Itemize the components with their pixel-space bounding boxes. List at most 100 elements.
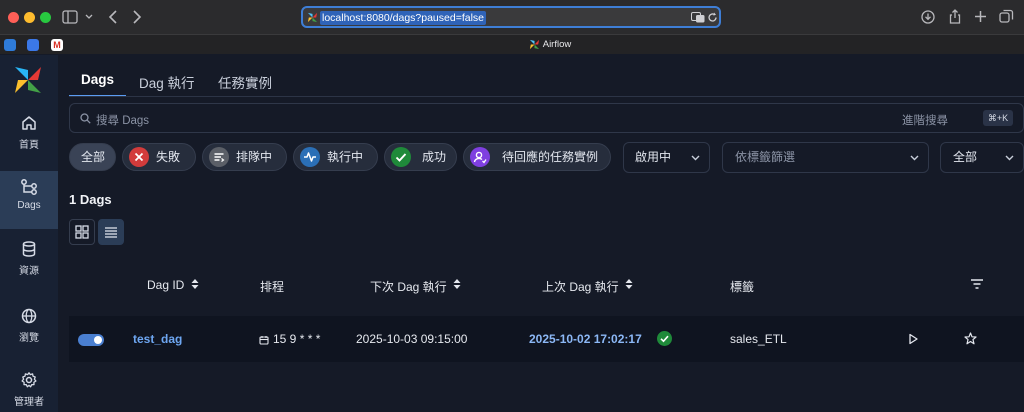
- column-header-tags: 標籤: [730, 280, 755, 294]
- success-icon: [391, 147, 411, 167]
- scope-select-value: 全部: [953, 150, 978, 164]
- filter-success-button[interactable]: 成功: [384, 143, 457, 171]
- app-sidebar: 首頁 Dags 資源 瀏覽 管理者: [0, 55, 58, 412]
- new-tab-icon[interactable]: [974, 10, 987, 23]
- trigger-run-icon[interactable]: [907, 333, 919, 345]
- airflow-favicon-icon: [307, 12, 318, 23]
- forward-icon[interactable]: [132, 10, 142, 24]
- tab-task-instances[interactable]: 任務實例: [218, 72, 272, 92]
- column-header-last-run[interactable]: 上次 Dag 執行: [542, 278, 619, 295]
- filter-pending-review-button[interactable]: 待回應的任務實例: [463, 143, 611, 171]
- grid-icon: [75, 225, 89, 239]
- active-tab-title: Airflow: [542, 39, 572, 50]
- sort-icon[interactable]: [624, 277, 634, 291]
- minimize-window-button[interactable]: [24, 12, 35, 23]
- globe-icon: [21, 308, 37, 324]
- list-icon: [105, 227, 117, 238]
- filter-all-button[interactable]: 全部: [69, 143, 116, 171]
- favorite-star-icon[interactable]: [964, 332, 977, 345]
- chevron-down-icon[interactable]: [85, 14, 93, 20]
- calendar-icon: [259, 336, 269, 345]
- filter-queued-label: 排隊中: [236, 150, 273, 164]
- filter-pending-review-label: 待回應的任務實例: [502, 150, 599, 164]
- sidebar-item-assets[interactable]: 資源: [0, 233, 58, 291]
- filter-running-button[interactable]: 執行中: [293, 143, 378, 171]
- tag-badge[interactable]: sales_ETL: [730, 332, 787, 346]
- dag-enabled-toggle[interactable]: [78, 334, 104, 346]
- queued-icon: [209, 147, 229, 167]
- pending-review-icon: [470, 147, 490, 167]
- main-content: Dags Dag 執行 任務實例 搜尋 Dags 進階搜尋 ⌘+K 全部 失敗 …: [58, 55, 1024, 412]
- filter-running-label: 執行中: [327, 150, 364, 164]
- browser-tabbar: M Airflow: [0, 34, 1024, 54]
- tabs-divider: [69, 96, 1024, 97]
- table-row: test_dag 15 9 * * * 2025-10-03 09:15:00 …: [69, 316, 1024, 362]
- sidebar-toggle-icon[interactable]: [62, 10, 78, 24]
- filter-columns-icon[interactable]: [970, 278, 984, 290]
- status-select[interactable]: 啟用中: [623, 142, 710, 173]
- tab-dag-runs[interactable]: Dag 執行: [139, 72, 195, 92]
- close-window-button[interactable]: [8, 12, 19, 23]
- sidebar-item-admin[interactable]: 管理者: [0, 364, 58, 412]
- address-bar[interactable]: localhost:8080/dags?paused=false: [301, 6, 721, 28]
- sidebar-item-label: 首頁: [19, 140, 39, 151]
- schedule-value: 15 9 * * *: [273, 332, 321, 346]
- sidebar-item-dags[interactable]: Dags: [0, 171, 58, 229]
- scope-select[interactable]: 全部: [940, 142, 1024, 173]
- tag-filter-placeholder: 依標籤篩選: [735, 150, 796, 164]
- tab-overview-icon[interactable]: [999, 9, 1014, 24]
- sidebar-item-label: 管理者: [14, 397, 44, 408]
- chevron-down-icon: [691, 155, 700, 161]
- sidebar-item-home[interactable]: 首頁: [0, 107, 58, 165]
- gear-icon: [21, 372, 37, 388]
- airflow-tab-icon: [529, 39, 539, 50]
- sort-icon[interactable]: [190, 277, 200, 291]
- home-icon: [22, 116, 36, 130]
- advanced-search-button[interactable]: 進階搜尋: [902, 112, 948, 128]
- reload-icon[interactable]: [707, 12, 718, 23]
- tab-dags[interactable]: Dags: [81, 72, 114, 87]
- search-placeholder: 搜尋 Dags: [96, 115, 150, 127]
- column-header-schedule: 排程: [260, 280, 285, 294]
- dag-count: 1 Dags: [69, 192, 112, 207]
- tag-filter-select[interactable]: 依標籤篩選: [722, 142, 929, 173]
- share-icon[interactable]: [948, 9, 962, 24]
- active-tab[interactable]: Airflow: [0, 35, 1024, 55]
- dags-icon: [21, 179, 37, 195]
- sidebar-item-label: Dags: [17, 200, 41, 211]
- toggle-knob: [94, 336, 102, 344]
- column-header-dag-id[interactable]: Dag ID: [147, 278, 184, 292]
- database-icon: [22, 241, 36, 257]
- translate-icon[interactable]: [691, 12, 705, 23]
- shortcut-badge: ⌘+K: [983, 110, 1013, 126]
- url-text[interactable]: localhost:8080/dags?paused=false: [320, 11, 487, 25]
- success-status-icon: [657, 331, 672, 346]
- failed-icon: [129, 147, 149, 167]
- downloads-icon[interactable]: [921, 10, 935, 24]
- sort-icon[interactable]: [452, 277, 462, 291]
- sidebar-item-label: 瀏覽: [19, 333, 39, 344]
- sidebar-item-browse[interactable]: 瀏覽: [0, 300, 58, 358]
- sidebar-item-label: 資源: [19, 266, 39, 277]
- chevron-down-icon: [1005, 155, 1014, 161]
- running-icon: [300, 147, 320, 167]
- dag-id-link[interactable]: test_dag: [133, 332, 182, 346]
- column-header-next-run[interactable]: 下次 Dag 執行: [370, 278, 447, 295]
- table-view-button[interactable]: [98, 219, 124, 245]
- filter-queued-button[interactable]: 排隊中: [202, 143, 287, 171]
- last-run-link[interactable]: 2025-10-02 17:02:17: [529, 332, 642, 346]
- back-icon[interactable]: [108, 10, 118, 24]
- card-view-button[interactable]: [69, 219, 95, 245]
- maximize-window-button[interactable]: [40, 12, 51, 23]
- airflow-logo-icon[interactable]: [12, 64, 44, 96]
- filter-failed-button[interactable]: 失敗: [122, 143, 196, 171]
- search-icon: [80, 113, 91, 124]
- next-run-value: 2025-10-03 09:15:00: [356, 332, 468, 346]
- filter-success-label: 成功: [422, 150, 447, 164]
- status-select-value: 啟用中: [635, 150, 672, 164]
- filter-failed-label: 失敗: [156, 150, 181, 164]
- browser-titlebar: localhost:8080/dags?paused=false: [0, 0, 1024, 34]
- filter-all-label: 全部: [81, 150, 106, 164]
- chevron-down-icon: [910, 155, 919, 161]
- search-input[interactable]: 搜尋 Dags 進階搜尋 ⌘+K: [69, 103, 1024, 133]
